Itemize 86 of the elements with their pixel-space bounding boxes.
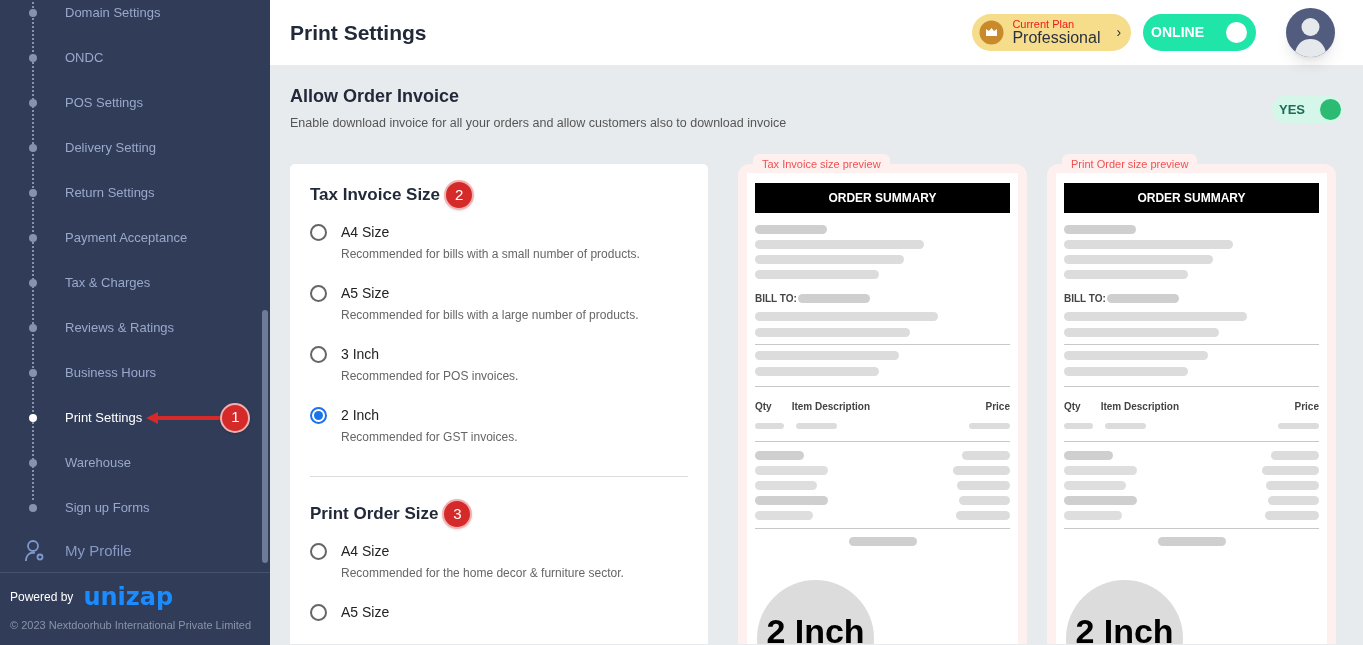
- placeholder-bar: [969, 422, 1010, 429]
- radio-button[interactable]: [310, 603, 327, 621]
- crown-icon: [979, 20, 1005, 45]
- radio-button[interactable]: [310, 284, 327, 302]
- powered-by-text: Powered by: [10, 589, 74, 606]
- sidebar-item[interactable]: My Profile: [65, 539, 132, 563]
- yes-toggle[interactable]: YES: [1272, 96, 1343, 123]
- column-header: Qty: [755, 399, 772, 414]
- copyright-text: © 2023 Nextdoorhub International Private Limited: [10, 618, 253, 633]
- column-header: Qty: [1064, 399, 1081, 414]
- summary-heading: ORDER SUMMARY: [1064, 182, 1319, 213]
- sidebar-item[interactable]: Return Settings: [65, 182, 155, 203]
- page-title: Print Settings: [290, 19, 428, 46]
- placeholder-bar: [1157, 536, 1226, 546]
- annotation-badge: 1: [220, 402, 251, 433]
- placeholder-bar: [953, 465, 1010, 475]
- placeholder-bar: [1064, 422, 1093, 429]
- sidebar-item[interactable]: Tax & Charges: [65, 272, 151, 293]
- column-header: Item Description: [1100, 399, 1180, 414]
- radio-button[interactable]: [310, 406, 327, 424]
- placeholder-bar: [1278, 422, 1319, 429]
- sidebar-item[interactable]: Sign up Forms: [65, 497, 150, 518]
- option-label: A4 Size: [341, 541, 391, 561]
- column-header: Price: [985, 399, 1010, 414]
- radio-button[interactable]: [310, 223, 327, 241]
- radio-button[interactable]: [310, 542, 327, 560]
- plan-label: Current Plan: [1012, 19, 1075, 30]
- sidebar-item[interactable]: Domain Settings: [65, 2, 161, 23]
- sidebar-item[interactable]: ONDC: [65, 47, 104, 68]
- option-description: Recommended for bills with a large number of products.: [341, 306, 639, 324]
- section-heading: Print Order Size: [310, 503, 439, 525]
- option-description: Recommended for the home decor & furniture sector.: [341, 564, 624, 582]
- sidebar-item[interactable]: Print Settings: [65, 407, 143, 428]
- placeholder-bar: [755, 480, 817, 490]
- placeholder-bar: [1266, 480, 1319, 490]
- placeholder-bar: [1064, 224, 1136, 234]
- option-description: Recommended for bills with a small number of products.: [341, 245, 640, 263]
- bill-to-label: BILL TO:: [755, 291, 797, 306]
- placeholder-bar: [796, 422, 837, 429]
- column-header: Price: [1294, 399, 1319, 414]
- placeholder-bar: [962, 450, 1010, 460]
- placeholder-bar: [1105, 422, 1146, 429]
- placeholder-bar: [755, 510, 813, 520]
- placeholder-bar: [848, 536, 917, 546]
- sidebar-item[interactable]: Payment Acceptance: [65, 227, 188, 248]
- user-settings-icon: [25, 540, 45, 562]
- placeholder-bar: [956, 510, 1010, 520]
- annotation-badge: 3: [442, 498, 473, 529]
- option-label: 3 Inch: [341, 344, 381, 364]
- placeholder-bar: [1064, 510, 1122, 520]
- section-heading: Tax Invoice Size: [310, 184, 441, 206]
- placeholder-bar: [1271, 450, 1319, 460]
- radio-button[interactable]: [310, 345, 327, 363]
- summary-heading: ORDER SUMMARY: [755, 182, 1010, 213]
- option-label: 2 Inch: [341, 405, 381, 425]
- placeholder-bar: [1064, 450, 1113, 460]
- option-description: Recommended for POS invoices.: [341, 367, 519, 385]
- placeholder-bar: [957, 480, 1010, 490]
- size-label: 2 Inch: [766, 613, 865, 644]
- column-header: Item Description: [791, 399, 871, 414]
- placeholder-bar: [1268, 495, 1319, 505]
- sidebar-item[interactable]: Business Hours: [65, 362, 157, 383]
- brand-logo: unizap: [83, 585, 174, 609]
- section-title: Allow Order Invoice: [290, 85, 461, 108]
- placeholder-bar: [959, 495, 1010, 505]
- size-label: 2 Inch: [1075, 613, 1174, 644]
- placeholder-bar: [755, 224, 827, 234]
- avatar[interactable]: [1286, 8, 1335, 57]
- placeholder-bar: [1064, 480, 1126, 490]
- option-label: A5 Size: [341, 602, 390, 622]
- section-description: Enable download invoice for all your orders and allow customers also to download invoice: [290, 115, 788, 132]
- placeholder-bar: [755, 422, 784, 429]
- option-description: Recommended for GST invoices.: [341, 428, 518, 446]
- sidebar-item[interactable]: POS Settings: [65, 92, 144, 113]
- bill-to-label: BILL TO:: [1064, 291, 1106, 306]
- option-label: A4 Size: [341, 222, 391, 242]
- sidebar-item[interactable]: Delivery Setting: [65, 137, 157, 158]
- plan-name: Professional: [1012, 30, 1101, 46]
- chevron-icon: ›: [1116, 22, 1122, 43]
- sidebar-item[interactable]: Reviews & Ratings: [65, 317, 175, 338]
- sidebar-item[interactable]: Warehouse: [65, 452, 131, 473]
- option-label: A5 Size: [341, 283, 391, 303]
- annotation-badge: 2: [444, 179, 475, 210]
- placeholder-bar: [755, 450, 804, 460]
- placeholder-bar: [1265, 510, 1319, 520]
- placeholder-bar: [1262, 465, 1319, 475]
